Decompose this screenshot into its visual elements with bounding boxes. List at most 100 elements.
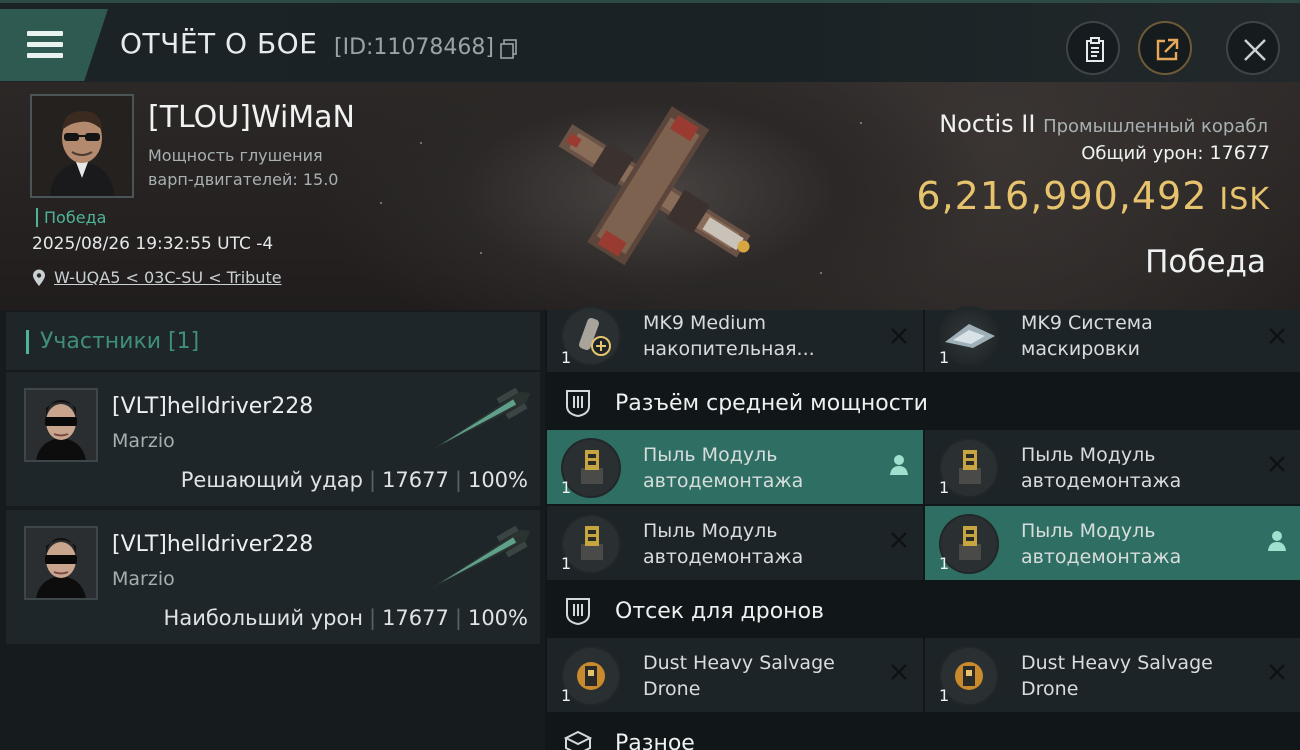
section-title: Разъём средней мощности: [615, 390, 928, 416]
isk-value: 6,216,990,492 ISK: [916, 174, 1270, 218]
remove-icon[interactable]: [1267, 662, 1287, 682]
drone-quantity: 1: [939, 686, 950, 705]
accent-bar: [26, 330, 29, 354]
page-title: ОТЧЁТ О БОЕ: [120, 27, 318, 60]
ship-image[interactable]: [530, 90, 780, 290]
copy-icon[interactable]: [500, 39, 518, 59]
user-icon[interactable]: [1267, 530, 1287, 552]
section-misc: Разное: [545, 716, 1300, 750]
module-slot[interactable]: 1 Пыль Модуль автодемонтажа: [925, 506, 1300, 580]
participant-damage: 17677: [382, 606, 449, 630]
remove-icon[interactable]: [889, 662, 909, 682]
remove-icon[interactable]: [889, 530, 909, 550]
location-text[interactable]: W-UQA5 < 03C-SU < Tribute: [54, 268, 282, 287]
module-slot[interactable]: 1 Пыль Модуль автодемонтажа: [925, 430, 1300, 504]
participant-name[interactable]: [VLT]helldriver228: [112, 532, 313, 557]
drone-name: Dust Heavy Salvage Drone: [643, 652, 835, 700]
drone-quantity: 1: [561, 686, 572, 705]
module-slot[interactable]: 1 Пыль Модуль автодемонтажа: [547, 506, 923, 580]
participant-avatar: [24, 388, 98, 462]
location-link[interactable]: W-UQA5 < 03C-SU < Tribute: [32, 268, 282, 287]
participant-damage: 17677: [382, 468, 449, 492]
ship-class: Промышленный корабл: [1043, 116, 1268, 137]
module-quantity: 1: [561, 554, 572, 573]
report-id: [ID:11078468]: [334, 35, 494, 60]
hamburger-icon: [27, 31, 63, 64]
module-quantity: 1: [939, 554, 950, 573]
participants-label: Участники [1]: [40, 329, 200, 354]
module-quantity: 1: [939, 478, 950, 497]
pilot-name[interactable]: [TLOU]WiMaN: [148, 100, 355, 135]
participant-percent: 100%: [467, 606, 528, 630]
drone-slot[interactable]: 1 Dust Heavy Salvage Drone: [547, 638, 923, 712]
participant-row[interactable]: [VLT]helldriver228 Marzio Наибольший уро…: [6, 510, 540, 644]
section-drone-bay: Отсек для дронов: [545, 584, 1300, 638]
module-slot[interactable]: 1 MK9 Medium накопительная...: [547, 306, 923, 372]
pilot-avatar-icon: [32, 96, 132, 196]
total-damage-label: Общий урон:: [1081, 143, 1204, 164]
fitting-panel: 1 MK9 Medium накопительная... 1 MK9 Сист…: [545, 306, 1300, 750]
section-title: Отсек для дронов: [615, 598, 824, 624]
clipboard-icon: [1086, 37, 1104, 62]
status-badge: Победа: [36, 208, 106, 227]
participants-panel: Участники [1] [VLT]helldriver228 Marzio: [0, 310, 545, 750]
participant-stats: Наибольший урон | 17677 | 100%: [163, 606, 528, 630]
battle-result: Победа: [1145, 244, 1266, 280]
drone-name: Dust Heavy Salvage Drone: [1021, 652, 1213, 700]
attribute-label: Мощность глушения: [148, 146, 323, 165]
remove-icon[interactable]: [1267, 326, 1287, 346]
total-damage: Общий урон: 17677: [1081, 142, 1270, 164]
close-button[interactable]: [1226, 21, 1280, 75]
kill-timestamp: 2025/08/26 19:32:55 UTC -4: [32, 234, 274, 254]
module-quantity: 1: [561, 348, 572, 367]
total-damage-value: 17677: [1209, 142, 1270, 164]
participant-name[interactable]: [VLT]helldriver228: [112, 394, 313, 419]
location-pin-icon: [33, 269, 45, 286]
module-quantity: 1: [561, 478, 572, 497]
pilot-portrait[interactable]: [30, 94, 134, 198]
participant-avatar-icon: [26, 390, 96, 460]
participant-percent: 100%: [467, 468, 528, 492]
module-slot[interactable]: 1 Пыль Модуль автодемонтажа: [547, 430, 923, 504]
participant-stats: Решающий удар | 17677 | 100%: [180, 468, 528, 492]
mid-slot-icon: [566, 390, 590, 418]
participant-role: Решающий удар: [180, 468, 363, 492]
participant-ship: Marzio: [112, 430, 175, 452]
module-name: Пыль Модуль автодемонтажа: [1021, 520, 1182, 568]
module-quantity: 1: [939, 348, 950, 367]
share-button[interactable]: [1138, 21, 1192, 75]
user-icon[interactable]: [889, 454, 909, 476]
participants-header[interactable]: Участники [1]: [6, 312, 540, 370]
participant-ship-image: [431, 525, 531, 588]
ship-type: Noctis II: [939, 110, 1036, 138]
module-name: MK9 Система маскировки: [1021, 312, 1153, 360]
participant-ship: Marzio: [112, 568, 175, 590]
top-bar: ОТЧЁТ О БОЕ [ID:11078468]: [0, 0, 1300, 82]
kill-summary: [TLOU]WiMaN Мощность глушения варп-двига…: [0, 82, 1300, 310]
module-name: MK9 Medium накопительная...: [643, 312, 815, 360]
module-name: Пыль Модуль автодемонтажа: [643, 520, 804, 568]
module-name: Пыль Модуль автодемонтажа: [1021, 444, 1182, 492]
isk-amount: 6,216,990,492: [916, 174, 1208, 218]
attribute-value: варп-двигателей: 15.0: [148, 170, 339, 189]
close-icon: [1244, 39, 1266, 61]
pilot-attribute: Мощность глушения варп-двигателей: 15.0: [148, 144, 338, 192]
module-name: Пыль Модуль автодемонтажа: [643, 444, 804, 492]
participant-avatar: [24, 526, 98, 600]
ship-name[interactable]: Noctis II Промышленный корабл: [939, 110, 1268, 138]
participant-role: Наибольший урон: [163, 606, 363, 630]
drone-slot[interactable]: 1 Dust Heavy Salvage Drone: [925, 638, 1300, 712]
section-mid-slots: Разъём средней мощности: [545, 376, 1300, 430]
cargo-icon: [563, 730, 593, 750]
module-slot[interactable]: 1 MK9 Система маскировки: [925, 306, 1300, 372]
remove-icon[interactable]: [1267, 454, 1287, 474]
drone-bay-icon: [566, 598, 590, 626]
section-title: Разное: [615, 730, 695, 750]
share-icon: [1156, 38, 1179, 61]
menu-button[interactable]: [0, 9, 108, 81]
clipboard-button[interactable]: [1066, 21, 1120, 75]
participant-avatar-icon: [26, 528, 96, 598]
isk-unit: ISK: [1219, 182, 1270, 217]
participant-row[interactable]: [VLT]helldriver228 Marzio Решающий удар |…: [6, 372, 540, 506]
remove-icon[interactable]: [889, 326, 909, 346]
